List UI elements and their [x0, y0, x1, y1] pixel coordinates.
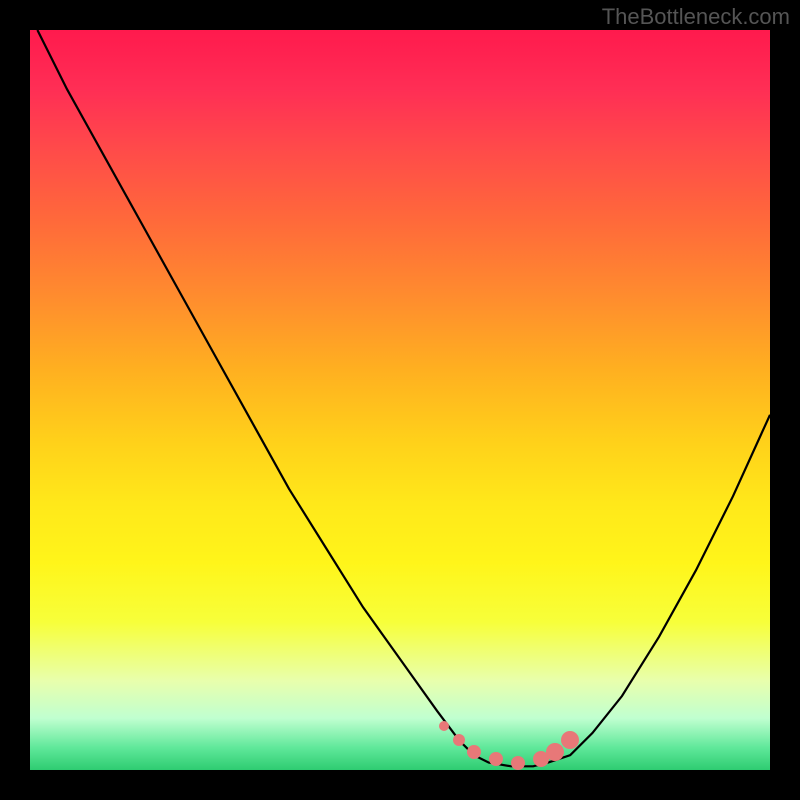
- optimal-marker: [467, 745, 481, 759]
- optimal-marker: [439, 721, 449, 731]
- optimal-marker: [561, 731, 579, 749]
- bottleneck-curve-path: [37, 30, 770, 766]
- optimal-marker: [453, 734, 465, 746]
- watermark-text: TheBottleneck.com: [602, 4, 790, 30]
- optimal-marker: [511, 756, 525, 770]
- plot-area: [30, 30, 770, 770]
- curve-svg: [30, 30, 770, 770]
- optimal-marker: [489, 752, 503, 766]
